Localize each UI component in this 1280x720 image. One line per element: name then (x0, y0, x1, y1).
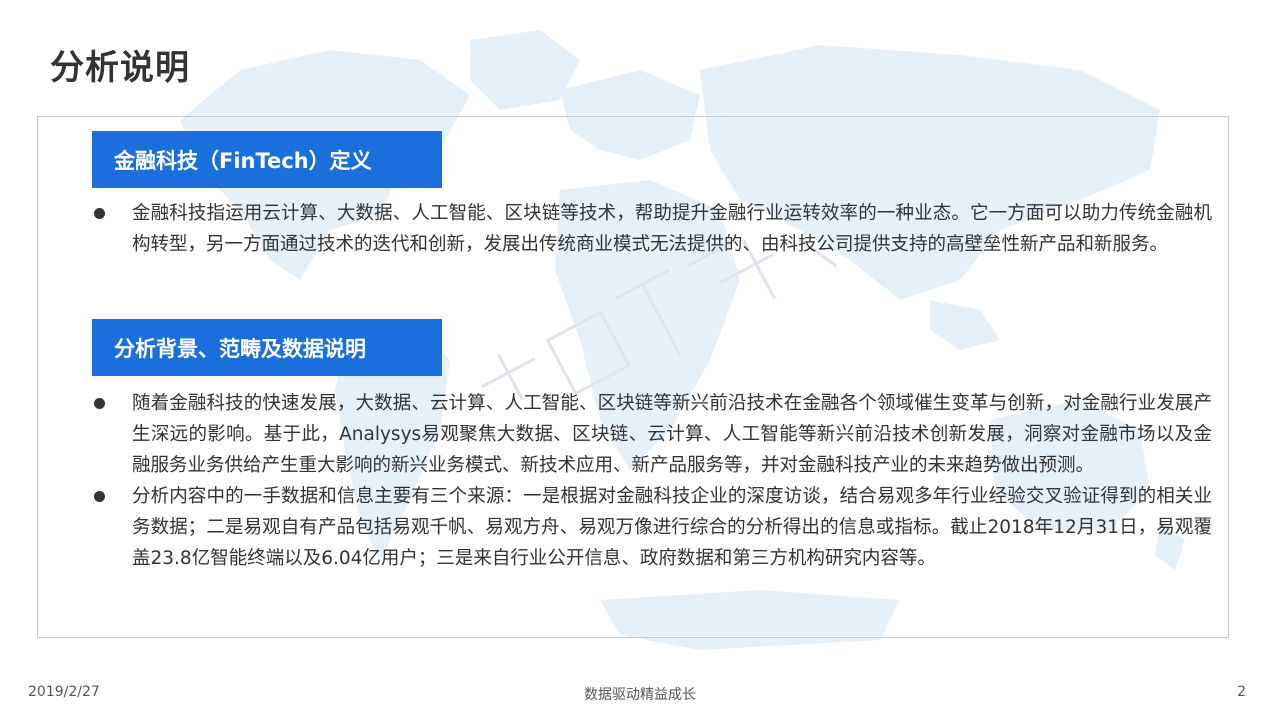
footer-slogan: 数据驱动精益成长 (584, 687, 696, 703)
list-item: 分析内容中的一手数据和信息主要有三个来源：一是根据对金融科技企业的深度访谈，结合… (92, 481, 1212, 574)
section-heading-fintech-definition: 金融科技（FinTech）定义 (92, 131, 442, 188)
bullet-text: 随着金融科技的快速发展，大数据、云计算、人工智能、区块链等新兴前沿技术在金融各个… (132, 393, 1212, 476)
bullet-icon (94, 491, 105, 502)
bullet-icon (94, 208, 105, 219)
page-title: 分析说明 (50, 48, 190, 88)
bullet-text: 分析内容中的一手数据和信息主要有三个来源：一是根据对金融科技企业的深度访谈，结合… (132, 486, 1212, 569)
list-item: 金融科技指运用云计算、大数据、人工智能、区块链等技术，帮助提升金融行业运转效率的… (92, 198, 1212, 260)
bullet-list-definition: 金融科技指运用云计算、大数据、人工智能、区块链等技术，帮助提升金融行业运转效率的… (92, 198, 1212, 260)
page-number: 2 (1237, 684, 1246, 700)
bullet-icon (94, 398, 105, 409)
section-heading-background-scope: 分析背景、范畴及数据说明 (92, 319, 442, 376)
bullet-list-background: 随着金融科技的快速发展，大数据、云计算、人工智能、区块链等新兴前沿技术在金融各个… (92, 388, 1212, 574)
list-item: 随着金融科技的快速发展，大数据、云计算、人工智能、区块链等新兴前沿技术在金融各个… (92, 388, 1212, 481)
bullet-text: 金融科技指运用云计算、大数据、人工智能、区块链等技术，帮助提升金融行业运转效率的… (132, 203, 1212, 255)
